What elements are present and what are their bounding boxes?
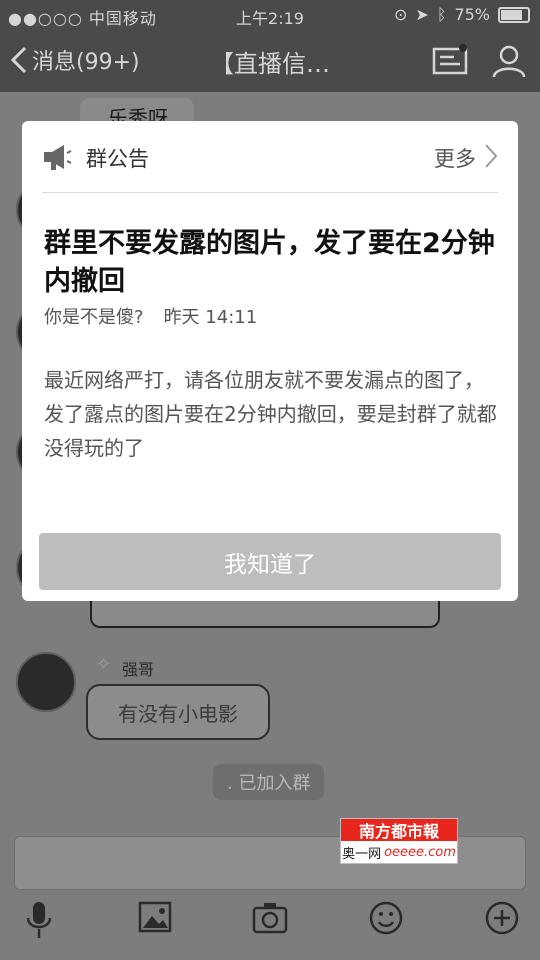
announcement-author: 你是不是傻? [44, 307, 144, 328]
watermark-title: 南方都市報 [341, 819, 457, 841]
divider [42, 192, 498, 193]
status-bar: ●●○○○ 中国移动 上午2:19 ⊙ ➤ ᛒ 75% [0, 0, 540, 30]
location-icon: ➤ [415, 5, 429, 24]
plus-circle-icon[interactable] [484, 900, 520, 936]
dialog-header-title: 群公告 [86, 147, 149, 171]
acknowledge-button[interactable]: 我知道了 [39, 533, 501, 590]
group-info-icon[interactable] [432, 44, 468, 76]
status-right: ⊙ ➤ ᛒ 75% [394, 5, 530, 24]
more-link[interactable]: 更多 [434, 143, 476, 173]
member-message-text: 有没有小电影 [118, 701, 238, 726]
nav-bar: 消息(99+) 【直播信… [0, 30, 540, 92]
microphone-icon[interactable] [24, 900, 54, 940]
join-notice-text: . 已加入群 [227, 773, 311, 794]
megaphone-icon [44, 145, 72, 170]
watermark-url: oeeee.com [384, 844, 456, 860]
acknowledge-label: 我知道了 [224, 551, 316, 578]
image-icon[interactable] [138, 900, 172, 934]
watermark-site: 奥一网 oeeee.com [341, 841, 457, 863]
watermark-site-label: 奥一网 [342, 846, 382, 862]
input-bar [0, 830, 540, 960]
battery-icon [498, 6, 530, 23]
camera-icon[interactable] [252, 900, 288, 934]
member-message-bubble[interactable]: 有没有小电影 [86, 684, 270, 740]
rotation-lock-icon: ⊙ [394, 5, 408, 24]
announcement-subject: 群里不要发露的图片，发了要在2分钟内撤回 [44, 228, 495, 297]
member-badge-icon: ✧ [96, 654, 112, 675]
bluetooth-icon: ᛒ [436, 5, 447, 24]
group-members-icon[interactable] [490, 44, 528, 78]
member-avatar[interactable] [16, 652, 76, 712]
chevron-right-icon [485, 144, 498, 168]
announcement-body: 最近网络严打，请各位朋友就不要发漏点的图了，发了露点的图片要在2分钟内撤回，要是… [44, 368, 497, 460]
emoji-icon[interactable] [368, 900, 404, 936]
newspaper-watermark: 南方都市報 奥一网 oeeee.com [340, 818, 458, 864]
announcement-meta: 你是不是傻? 昨天 14:11 [44, 303, 257, 329]
dialog-header[interactable]: 群公告 更多 [42, 139, 498, 179]
announcement-timestamp: 昨天 14:11 [163, 307, 258, 328]
member-name: 强哥 [122, 660, 155, 679]
battery-percent: 75% [454, 5, 490, 24]
group-announcement-dialog: 群公告 更多 群里不要发露的图片，发了要在2分钟内撤回 你是不是傻? 昨天 14:… [22, 121, 518, 601]
join-notice: . 已加入群 [213, 764, 325, 800]
